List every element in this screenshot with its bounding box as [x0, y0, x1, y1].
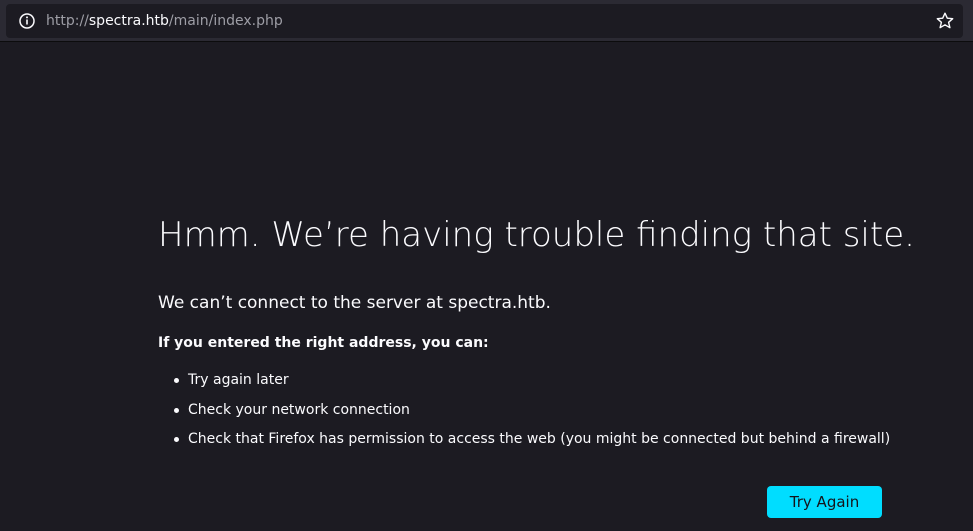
list-item: Try again later: [158, 370, 890, 390]
url-text[interactable]: http://spectra.htb/main/index.php: [46, 12, 283, 30]
suggestions-list: Try again later Check your network conne…: [158, 370, 890, 459]
suggestion-text: Check your network connection: [188, 401, 410, 418]
url-bar[interactable]: http://spectra.htb/main/index.php: [6, 4, 963, 38]
suggestions-heading: If you entered the right address, you ca…: [158, 335, 489, 351]
browser-toolbar: http://spectra.htb/main/index.php: [0, 0, 973, 42]
bullet-icon: [174, 378, 179, 383]
url-scheme: http://: [46, 13, 89, 29]
list-item: Check that Firefox has permission to acc…: [158, 429, 890, 449]
error-description: We can’t connect to the server at spectr…: [158, 293, 551, 313]
suggestion-text: Try again later: [188, 372, 289, 388]
list-item: Check your network connection: [158, 400, 890, 420]
bullet-icon: [174, 437, 179, 442]
suggestion-text: Check that Firefox has permission to acc…: [188, 431, 891, 447]
url-path: /main/index.php: [168, 13, 283, 29]
error-title: Hmm. We’re having trouble finding that s…: [158, 215, 915, 255]
url-host: spectra.htb: [88, 13, 169, 29]
try-again-button[interactable]: Try Again: [767, 486, 882, 518]
star-icon[interactable]: [935, 11, 955, 31]
bullet-icon: [174, 407, 179, 413]
info-icon[interactable]: [18, 12, 36, 30]
